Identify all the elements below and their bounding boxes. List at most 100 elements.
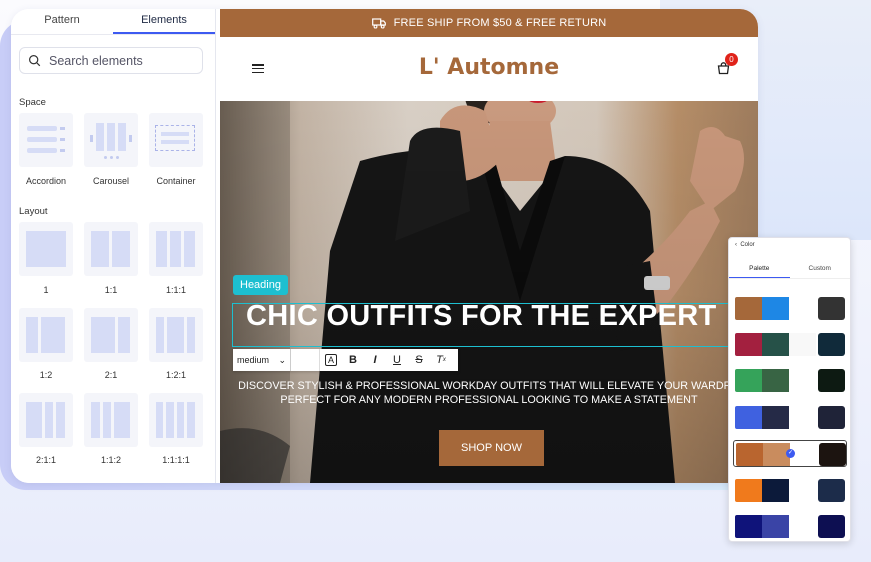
palette-swatch	[762, 369, 789, 392]
palette-swatch	[762, 515, 789, 538]
color-panel-header: ‹ Color	[735, 242, 755, 248]
element-container-label: Container	[156, 176, 196, 186]
layout-1[interactable]	[19, 222, 73, 276]
color-panel-title: Color	[740, 242, 755, 248]
palette-swatch	[762, 406, 789, 429]
promo-text: FREE SHIP FROM $50 & FREE RETURN	[393, 17, 607, 29]
promo-bar: FREE SHIP FROM $50 & FREE RETURN	[220, 9, 758, 37]
palette-swatch	[736, 443, 763, 466]
palette-swatch	[818, 333, 845, 356]
search-icon	[29, 55, 41, 67]
store-logo[interactable]: L' Automne	[220, 55, 758, 80]
palette-option[interactable]	[735, 369, 845, 392]
strikethrough-button[interactable]: S	[408, 349, 430, 371]
palette-swatch	[735, 479, 762, 502]
underline-button[interactable]: U	[386, 349, 408, 371]
palette-swatch	[789, 479, 816, 502]
layout-2-1-1[interactable]	[19, 393, 73, 447]
layout-1-label: 1	[43, 285, 49, 295]
tab-palette[interactable]: Palette	[729, 262, 790, 278]
hero-banner: Heading CHIC OUTFITS FOR THE EXPERT medi…	[220, 101, 758, 483]
cart-button[interactable]: 0	[717, 53, 738, 77]
palette-swatch	[735, 297, 762, 320]
check-icon: ✓	[786, 449, 795, 458]
palette-swatch	[789, 369, 816, 392]
bold-button[interactable]: B	[342, 349, 364, 371]
palette-option[interactable]	[735, 406, 845, 429]
palette-swatch	[818, 297, 845, 320]
layout-1-2-1[interactable]	[149, 308, 203, 362]
element-accordion[interactable]	[19, 113, 73, 167]
layout-1-2-label: 1:2	[39, 370, 53, 380]
layout-1-1-label: 1:1	[104, 285, 118, 295]
hero-title[interactable]: CHIC OUTFITS FOR THE EXPERT	[246, 300, 717, 333]
palette-swatch	[735, 369, 762, 392]
layout-2-1-1-label: 2:1:1	[35, 455, 57, 465]
text-color-button[interactable]: A	[320, 349, 342, 371]
palette-option[interactable]	[735, 297, 845, 320]
element-carousel-label: Carousel	[92, 176, 130, 186]
cart-count-badge: 0	[725, 53, 738, 66]
layout-2-1-label: 2:1	[104, 370, 118, 380]
tab-custom[interactable]: Custom	[790, 262, 851, 278]
shop-now-button[interactable]: SHOP NOW	[439, 430, 544, 466]
palette-swatch	[818, 406, 845, 429]
palette-swatch	[789, 333, 816, 356]
search-input[interactable]	[47, 52, 201, 69]
color-panel-tabs: Palette Custom	[729, 262, 850, 279]
element-carousel[interactable]	[84, 113, 138, 167]
toolbar-spacer	[291, 349, 320, 371]
search-box[interactable]	[19, 47, 203, 74]
palette-swatch	[762, 479, 789, 502]
hero-subtitle-line2: PERFECT FOR ANY MODERN PROFESSIONAL LOOK…	[280, 394, 698, 406]
layout-1-1-1-1-label: 1:1:1:1	[162, 455, 190, 465]
palette-option[interactable]: ✓	[733, 440, 847, 467]
back-chevron-icon[interactable]: ‹	[735, 242, 737, 248]
chevron-down-icon: ⌄	[278, 354, 286, 365]
palette-swatch	[789, 515, 816, 538]
palette-swatch	[762, 297, 789, 320]
editor-window: Pattern Elements Space Accordion	[11, 9, 758, 483]
tab-elements[interactable]: Elements	[113, 9, 215, 34]
heading-tag[interactable]: Heading	[233, 275, 288, 295]
layout-1-1-1-1[interactable]	[149, 393, 203, 447]
layout-1-2[interactable]	[19, 308, 73, 362]
palette-swatch	[818, 515, 845, 538]
clear-format-icon[interactable]: Tx	[430, 349, 452, 371]
elements-panel: Pattern Elements Space Accordion	[11, 9, 216, 483]
layout-1-1[interactable]	[84, 222, 138, 276]
layout-1-1-1-label: 1:1:1	[165, 285, 187, 295]
layout-1-1-2-label: 1:1:2	[100, 455, 122, 465]
palette-option[interactable]	[735, 515, 845, 538]
panel-tabs: Pattern Elements	[11, 9, 215, 35]
element-container[interactable]	[149, 113, 203, 167]
palette-swatch	[735, 406, 762, 429]
font-size-select[interactable]: medium ⌄	[233, 349, 291, 371]
palette-swatch	[818, 479, 845, 502]
italic-button[interactable]: I	[364, 349, 386, 371]
text-color-icon: A	[324, 354, 337, 366]
layout-1-1-2[interactable]	[84, 393, 138, 447]
hero-subtitle: DISCOVER STYLISH & PROFESSIONAL WORKDAY …	[220, 379, 758, 407]
element-accordion-label: Accordion	[25, 176, 67, 186]
store-preview: FREE SHIP FROM $50 & FREE RETURN L' Auto…	[220, 9, 758, 483]
font-size-value: medium	[237, 355, 270, 365]
store-header: L' Automne 0	[220, 37, 758, 101]
palette-swatch	[818, 369, 845, 392]
text-format-toolbar: medium ⌄ A B I U S Tx	[233, 349, 458, 371]
palette-swatch	[762, 333, 789, 356]
tab-pattern[interactable]: Pattern	[11, 9, 113, 34]
palette-option[interactable]	[735, 333, 845, 356]
palette-swatch	[789, 297, 816, 320]
palette-swatch	[735, 515, 762, 538]
palette-swatch	[735, 333, 762, 356]
palette-swatch	[819, 443, 846, 466]
layout-2-1[interactable]	[84, 308, 138, 362]
layout-1-1-1[interactable]	[149, 222, 203, 276]
layout-1-2-1-label: 1:2:1	[165, 370, 187, 380]
space-section-label: Space	[19, 97, 46, 108]
palette-option[interactable]	[735, 479, 845, 502]
layout-section-label: Layout	[19, 206, 48, 217]
truck-icon	[371, 17, 386, 29]
hero-subtitle-line1: DISCOVER STYLISH & PROFESSIONAL WORKDAY …	[238, 380, 740, 392]
